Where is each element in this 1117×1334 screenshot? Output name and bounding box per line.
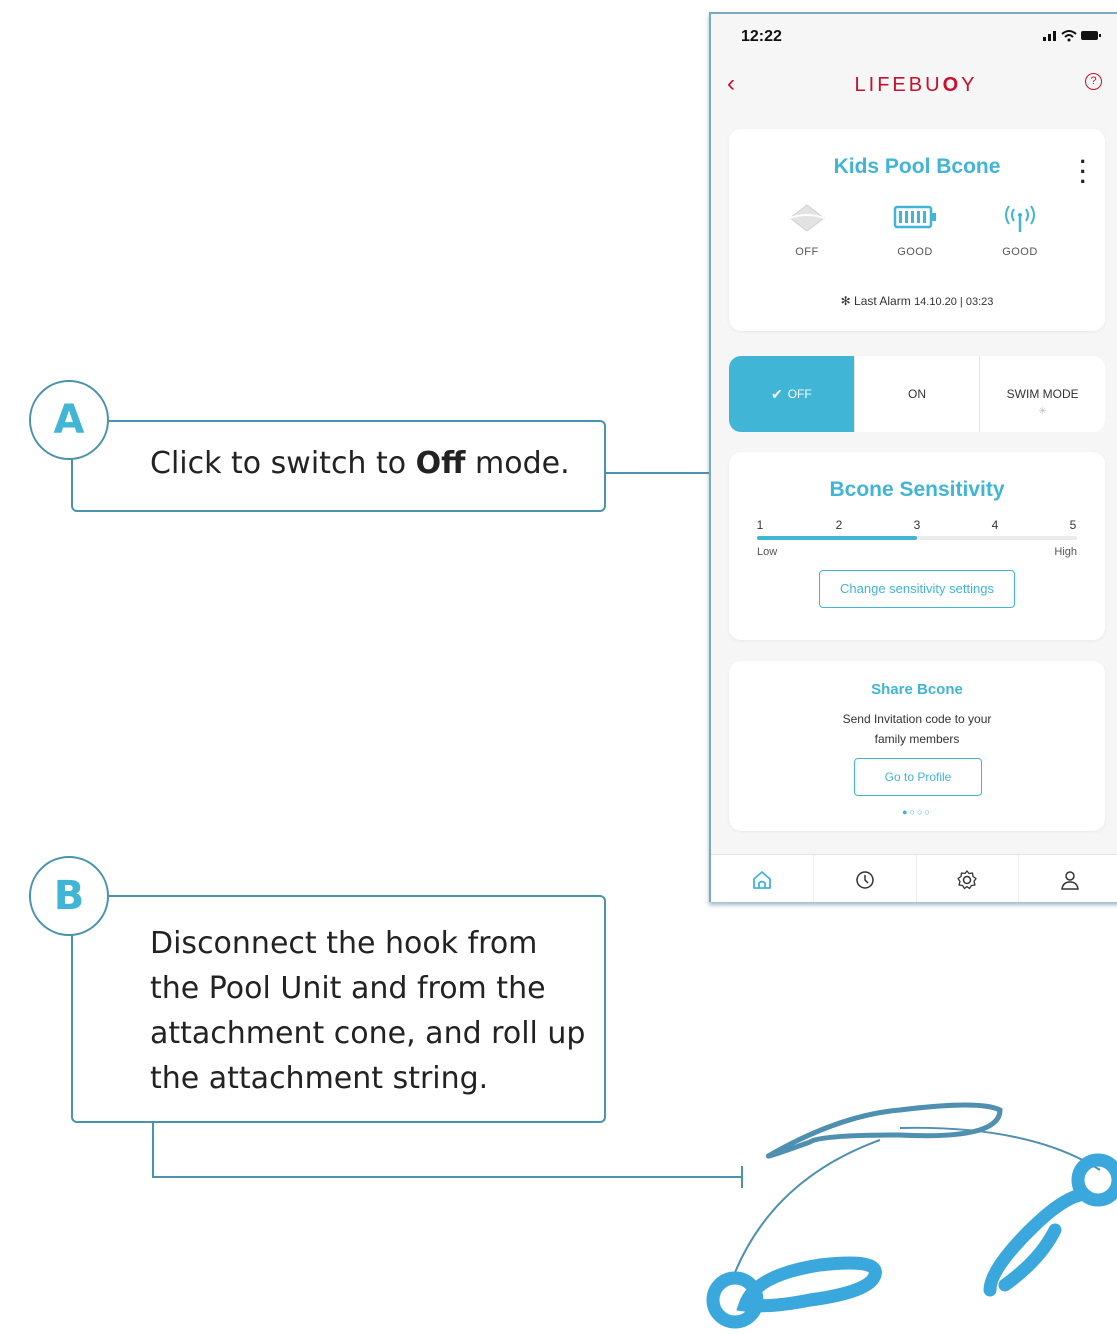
sensitivity-card: Bcone Sensitivity 1 2 3 4 5 Low High Cha… [729,452,1105,640]
last-alarm-label: Last Alarm [854,294,911,308]
tab-history[interactable] [812,855,916,902]
brand-logo: LIFEBUOY [854,74,978,96]
status-bar: 12:22 [711,14,1117,58]
tab-settings[interactable] [915,855,1019,902]
signal-wifi-battery-icon [1043,30,1101,42]
alarm-icon: ✻ [840,294,851,308]
share-text: Send Invitation code to your family memb… [842,712,992,746]
sensitivity-tick: 3 [913,518,921,532]
last-alarm-value: 14.10.20 | 03:23 [914,296,994,308]
stat-bcone: OFF [767,203,847,258]
check-icon: ✔ [770,385,783,402]
callout-b-letter: B [29,856,109,936]
help-circle-icon[interactable]: ? [1085,73,1102,90]
last-alarm: ✻ Last Alarm 14.10.20 | 03:23 [729,294,1105,308]
stat-battery: GOOD [875,203,955,258]
stat-label: OFF [795,246,819,258]
callout-b-leader-vertical [152,1123,154,1178]
page-dot: ○ [924,807,932,817]
mode-on-button[interactable]: ON [853,356,980,432]
sensitivity-slider-fill [757,536,917,540]
sensitivity-tick: 4 [991,518,999,532]
callout-b-leader [152,1176,742,1178]
sensitivity-slider[interactable] [757,536,1077,540]
page-dot: ○ [909,807,917,817]
tab-profile[interactable] [1018,855,1117,902]
app-header: ‹ LIFEBUOY ? [711,58,1117,118]
settings-icon [957,869,978,889]
callout-b-text: Disconnect the hook from the Pool Unit a… [150,926,586,1096]
sensitivity-scale: 1 2 3 4 5 [757,518,1077,532]
battery-icon [893,205,936,229]
sensitivity-tick: 1 [756,518,764,532]
stat-signal: GOOD [980,203,1060,258]
status-icons [1043,28,1103,45]
page-dot-active: ● [902,807,910,817]
more-vertical-icon[interactable]: · · · [1080,151,1087,193]
mode-off-button[interactable]: ✔ OFF [729,356,854,432]
go-to-profile-button[interactable]: Go to Profile [854,758,982,796]
stat-label: GOOD [897,246,933,258]
phone-screen: 12:22 ‹ LIFEBUOY ? Kids Pool Bcone ··· [709,12,1117,902]
sensitivity-low-label: Low [757,546,778,558]
bottom-tab-bar [711,854,1117,902]
callout-a-letter: A [29,380,109,460]
sensitivity-tick: 2 [835,518,843,532]
share-title: Share Bcone [871,681,963,698]
callout-a-text: Click to switch to Off mode. [150,446,570,481]
device-name: Kids Pool Bcone [833,155,1001,178]
profile-icon [1061,870,1079,890]
change-sensitivity-button[interactable]: Change sensitivity settings [819,570,1015,608]
sensitivity-high-label: High [1054,546,1077,558]
callout-b: Disconnect the hook from the Pool Unit a… [71,895,606,1123]
share-card: Share Bcone Send Invitation code to your… [729,661,1105,831]
home-icon [752,870,771,889]
page-indicator: ●○○○ [729,807,1105,817]
hooks-illustration [706,1102,1117,1329]
stat-label: GOOD [1002,246,1038,258]
callout-a: Click to switch to Off mode. [71,420,606,512]
status-time: 12:22 [741,28,782,45]
sensitivity-tick: 5 [1069,518,1077,532]
signal-icon [1005,205,1035,232]
mode-swim-button[interactable]: SWIM MODE ✳ [979,356,1105,432]
history-icon [855,870,874,889]
sensitivity-title: Bcone Sensitivity [829,478,1005,501]
mode-selector: ✔ OFF ON SWIM MODE ✳ [729,356,1105,432]
device-card: Kids Pool Bcone · · · OFF GOOD GOOD ✻ La… [729,129,1105,331]
bcone-icon [789,204,825,232]
loading-spinner-icon: ✳ [1038,406,1047,417]
tab-home[interactable] [711,855,813,902]
